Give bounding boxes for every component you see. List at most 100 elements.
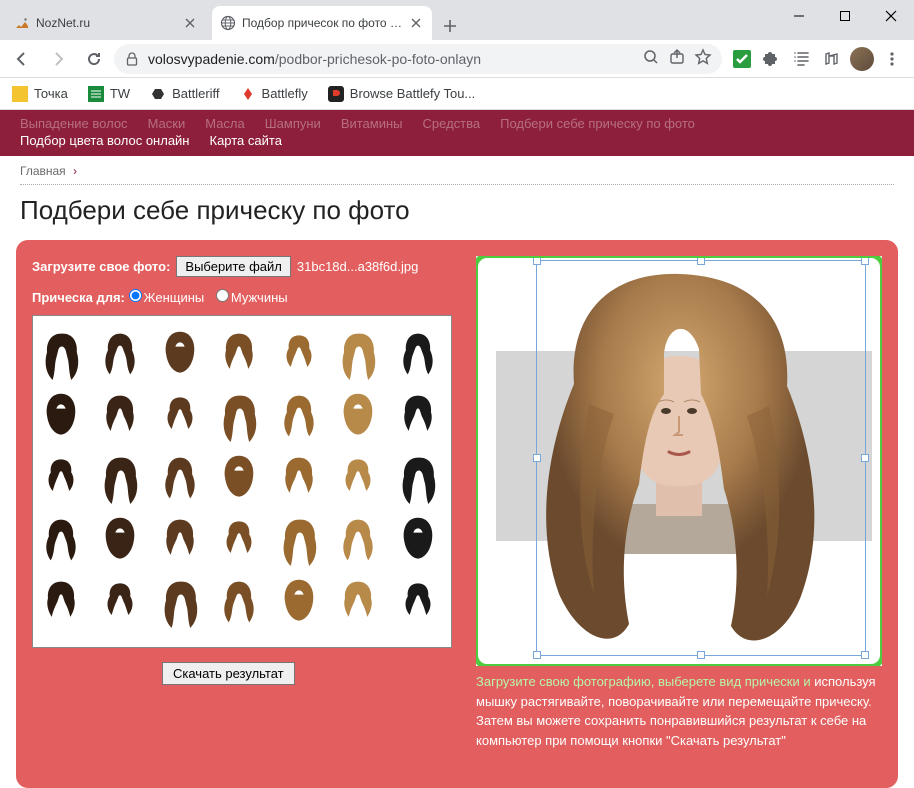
nav-link[interactable]: Масла xyxy=(205,116,245,131)
close-window-button[interactable] xyxy=(868,0,914,32)
hairstyle-thumbnail[interactable] xyxy=(94,324,146,384)
close-icon[interactable] xyxy=(182,15,198,31)
hairstyle-thumbnail[interactable] xyxy=(332,324,384,384)
hairstyle-thumbnail[interactable] xyxy=(392,572,444,632)
hairstyle-thumbnail[interactable] xyxy=(35,386,87,446)
menu-icon[interactable] xyxy=(880,47,904,71)
gender-male-label: Мужчины xyxy=(231,290,288,305)
hairstyle-thumbnail[interactable] xyxy=(213,572,265,632)
hairstyle-thumbnail[interactable] xyxy=(213,386,265,446)
hairstyle-thumbnail[interactable] xyxy=(213,324,265,384)
hairstyle-thumbnail[interactable] xyxy=(273,510,325,570)
download-button[interactable]: Скачать результат xyxy=(162,662,295,685)
hairstyle-thumbnail[interactable] xyxy=(35,324,87,384)
hairstyle-thumbnail[interactable] xyxy=(332,572,384,632)
forward-button[interactable] xyxy=(42,43,74,75)
new-tab-button[interactable] xyxy=(436,12,464,40)
gender-male-radio[interactable] xyxy=(216,289,229,302)
hairstyle-thumbnail[interactable] xyxy=(35,448,87,508)
hairstyle-thumbnail[interactable] xyxy=(332,448,384,508)
hairstyle-thumbnail[interactable] xyxy=(273,448,325,508)
bookmark-tochka[interactable]: Точка xyxy=(6,82,74,106)
hairstyle-thumbnail[interactable] xyxy=(332,510,384,570)
hairstyle-thumbnail[interactable] xyxy=(213,448,265,508)
hairstyle-thumbnail[interactable] xyxy=(392,448,444,508)
bookmark-battleriff[interactable]: Battleriff xyxy=(144,82,225,106)
selected-filename: 31bc18d...a38f6d.jpg xyxy=(297,259,418,274)
hairstyle-thumbnail[interactable] xyxy=(154,448,206,508)
hairstyle-thumbnail[interactable] xyxy=(94,510,146,570)
hairstyle-thumbnail[interactable] xyxy=(392,386,444,446)
hairstyle-thumbnail[interactable] xyxy=(392,324,444,384)
resize-handle[interactable] xyxy=(533,257,541,265)
url-domain: volosvypadenie.com xyxy=(148,51,275,67)
nav-link[interactable]: Шампуни xyxy=(265,116,321,131)
hairstyle-thumbnail[interactable] xyxy=(154,572,206,632)
site-navigation: Выпадение волос Маски Масла Шампуни Вита… xyxy=(0,110,914,156)
hairstyle-thumbnail[interactable] xyxy=(94,572,146,632)
nav-link[interactable]: Подбери себе прическу по фото xyxy=(500,116,695,131)
reload-button[interactable] xyxy=(78,43,110,75)
upload-label: Загрузите свое фото: xyxy=(32,259,170,274)
hairstyle-thumbnail[interactable] xyxy=(273,572,325,632)
share-icon[interactable] xyxy=(668,48,686,69)
address-bar: volosvypadenie.com/podbor-prichesok-po-f… xyxy=(0,40,914,78)
hairstyle-thumbnail[interactable] xyxy=(35,572,87,632)
resize-handle[interactable] xyxy=(861,454,869,462)
upload-row: Загрузите свое фото: Выберите файл 31bc1… xyxy=(32,256,462,277)
profile-avatar[interactable] xyxy=(850,47,874,71)
resize-handle[interactable] xyxy=(861,257,869,265)
star-icon[interactable] xyxy=(694,48,712,69)
hairstyle-thumbnail[interactable] xyxy=(273,324,325,384)
globe-icon xyxy=(220,15,236,31)
hairstyle-thumbnail[interactable] xyxy=(94,448,146,508)
hairstyle-thumbnail[interactable] xyxy=(213,510,265,570)
breadcrumb-home[interactable]: Главная xyxy=(20,164,66,178)
gender-female-radio[interactable] xyxy=(129,289,142,302)
hairstyle-thumbnail[interactable] xyxy=(154,386,206,446)
back-button[interactable] xyxy=(6,43,38,75)
selection-box[interactable] xyxy=(536,260,866,656)
hairstyle-thumbnail[interactable] xyxy=(154,324,206,384)
lock-icon xyxy=(124,51,140,67)
nav-link[interactable]: Средства xyxy=(423,116,481,131)
instructions-text: Загрузите свою фотографию, выберете вид … xyxy=(476,672,882,750)
reading-list-icon[interactable] xyxy=(790,47,814,71)
maximize-button[interactable] xyxy=(822,0,868,32)
media-icon[interactable] xyxy=(820,47,844,71)
nav-link[interactable]: Витамины xyxy=(341,116,403,131)
gender-row: Прическа для: Женщины Мужчины xyxy=(32,289,462,305)
browser-tab-noznet[interactable]: NozNet.ru xyxy=(6,6,206,40)
nav-link[interactable]: Выпадение волос xyxy=(20,116,128,131)
resize-handle[interactable] xyxy=(861,651,869,659)
minimize-button[interactable] xyxy=(776,0,822,32)
resize-handle[interactable] xyxy=(533,651,541,659)
hairstyle-thumbnail[interactable] xyxy=(35,510,87,570)
nav-link[interactable]: Подбор цвета волос онлайн xyxy=(20,133,190,148)
hairstyle-gallery[interactable] xyxy=(32,315,452,648)
url-input[interactable]: volosvypadenie.com/podbor-prichesok-po-f… xyxy=(114,44,722,74)
nav-link[interactable]: Маски xyxy=(148,116,186,131)
resize-handle[interactable] xyxy=(533,454,541,462)
main-panel: Загрузите свое фото: Выберите файл 31bc1… xyxy=(16,240,898,788)
resize-handle[interactable] xyxy=(697,257,705,265)
resize-handle[interactable] xyxy=(697,651,705,659)
hairstyle-thumbnail[interactable] xyxy=(94,386,146,446)
zoom-icon[interactable] xyxy=(642,48,660,69)
bookmark-battlefly[interactable]: Battlefly xyxy=(234,82,314,106)
hairstyle-thumbnail[interactable] xyxy=(392,510,444,570)
browser-tab-active[interactable]: Подбор причесок по фото онла xyxy=(212,6,432,40)
preview-canvas[interactable] xyxy=(476,256,882,666)
choose-file-button[interactable]: Выберите файл xyxy=(176,256,290,277)
hairstyle-thumbnail[interactable] xyxy=(273,386,325,446)
extensions-icon[interactable] xyxy=(760,47,784,71)
close-icon[interactable] xyxy=(408,15,424,31)
window-titlebar: NozNet.ru Подбор причесок по фото онла xyxy=(0,0,914,40)
hairstyle-thumbnail[interactable] xyxy=(154,510,206,570)
bookmark-tw[interactable]: TW xyxy=(82,82,136,106)
nav-link[interactable]: Карта сайта xyxy=(210,133,282,148)
bookmark-battlefy[interactable]: Browse Battlefy Tou... xyxy=(322,82,482,106)
extension-checkmark-icon[interactable] xyxy=(730,47,754,71)
url-path: /podbor-prichesok-po-foto-onlayn xyxy=(275,51,481,67)
hairstyle-thumbnail[interactable] xyxy=(332,386,384,446)
